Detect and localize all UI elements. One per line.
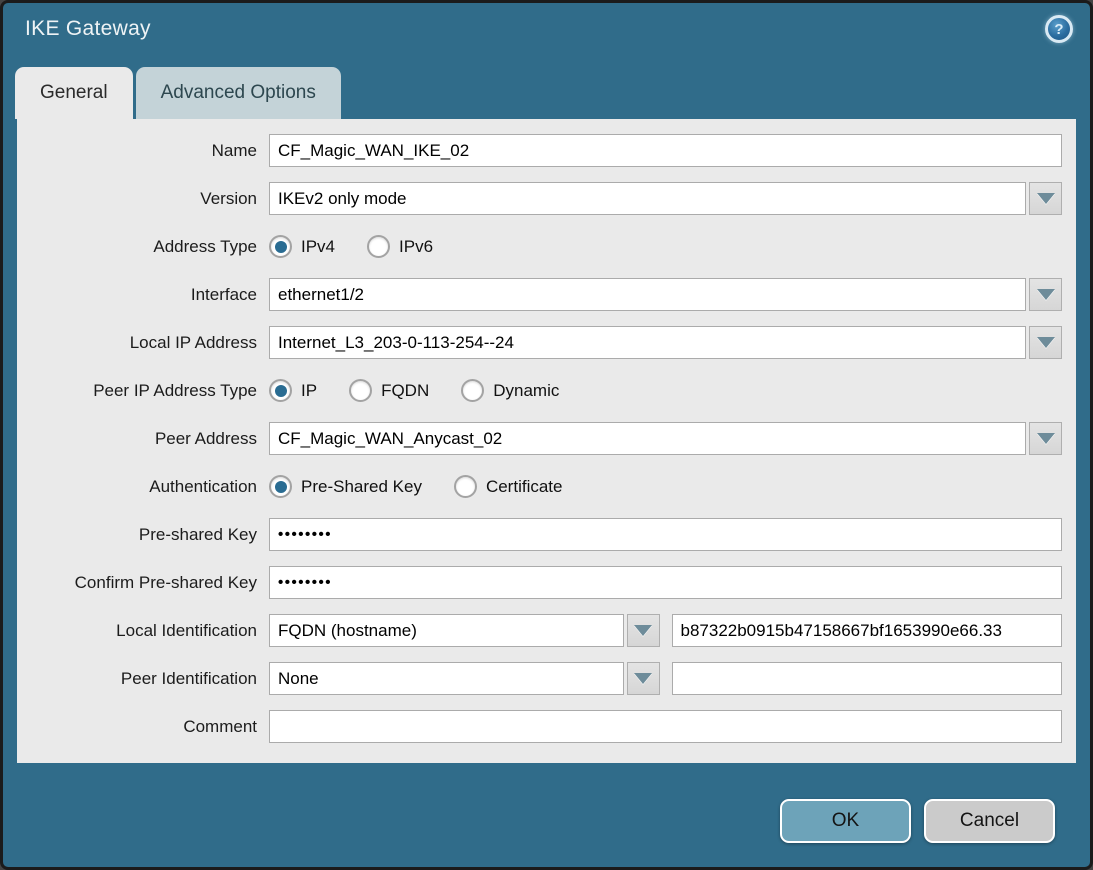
chevron-down-icon: [1037, 289, 1055, 300]
peer-ip-type-option-ip[interactable]: IP: [269, 379, 317, 402]
radio-unselected-icon[interactable]: [349, 379, 372, 402]
dialog-title: IKE Gateway: [25, 17, 151, 40]
ike-gateway-dialog: IKE Gateway ? General Advanced Options N…: [0, 0, 1093, 870]
radio-unselected-icon[interactable]: [461, 379, 484, 402]
chevron-down-icon: [634, 673, 652, 684]
local-identification-label: Local Identification: [17, 621, 269, 641]
interface-label: Interface: [17, 285, 269, 305]
peer-identification-type-input[interactable]: [269, 662, 624, 695]
row-authentication: Authentication Pre-Shared Key Certificat…: [17, 470, 1062, 503]
local-ip-address-label: Local IP Address: [17, 333, 269, 353]
peer-identification-dropdown-button[interactable]: [627, 662, 660, 695]
local-identification-value-input[interactable]: [672, 614, 1063, 647]
chevron-down-icon: [1037, 337, 1055, 348]
local-ip-address-input[interactable]: [269, 326, 1026, 359]
ok-button[interactable]: OK: [780, 799, 911, 843]
authentication-option-certificate[interactable]: Certificate: [454, 475, 563, 498]
titlebar: IKE Gateway ?: [3, 3, 1090, 67]
local-ip-address-dropdown-button[interactable]: [1029, 326, 1062, 359]
row-comment: Comment: [17, 710, 1062, 743]
general-tab-panel: Name Version Address Type: [17, 119, 1076, 763]
confirm-pre-shared-key-input[interactable]: [269, 566, 1062, 599]
pre-shared-key-label: Pre-shared Key: [17, 525, 269, 545]
confirm-pre-shared-key-label: Confirm Pre-shared Key: [17, 573, 269, 593]
radio-selected-icon[interactable]: [269, 475, 292, 498]
row-interface: Interface: [17, 278, 1062, 311]
address-type-label: Address Type: [17, 237, 269, 257]
comment-input[interactable]: [269, 710, 1062, 743]
version-label: Version: [17, 189, 269, 209]
row-peer-identification: Peer Identification: [17, 662, 1062, 695]
chevron-down-icon: [1037, 433, 1055, 444]
radio-selected-icon[interactable]: [269, 379, 292, 402]
peer-address-input[interactable]: [269, 422, 1026, 455]
peer-address-dropdown-button[interactable]: [1029, 422, 1062, 455]
row-confirm-pre-shared-key: Confirm Pre-shared Key: [17, 566, 1062, 599]
row-peer-ip-address-type: Peer IP Address Type IP FQDN Dynamic: [17, 374, 1062, 407]
authentication-label: Authentication: [17, 477, 269, 497]
version-dropdown-button[interactable]: [1029, 182, 1062, 215]
row-address-type: Address Type IPv4 IPv6: [17, 230, 1062, 263]
name-input[interactable]: [269, 134, 1062, 167]
peer-ip-type-option-dynamic[interactable]: Dynamic: [461, 379, 559, 402]
authentication-option-pre-shared-key[interactable]: Pre-Shared Key: [269, 475, 422, 498]
radio-selected-icon[interactable]: [269, 235, 292, 258]
peer-identification-value-input[interactable]: [672, 662, 1063, 695]
version-input[interactable]: [269, 182, 1026, 215]
address-type-option-ipv6[interactable]: IPv6: [367, 235, 433, 258]
row-version: Version: [17, 182, 1062, 215]
help-icon[interactable]: ?: [1045, 15, 1073, 43]
name-label: Name: [17, 141, 269, 161]
row-local-identification: Local Identification: [17, 614, 1062, 647]
local-identification-dropdown-button[interactable]: [627, 614, 660, 647]
interface-dropdown-button[interactable]: [1029, 278, 1062, 311]
chevron-down-icon: [634, 625, 652, 636]
tab-advanced-options[interactable]: Advanced Options: [136, 67, 341, 119]
peer-ip-type-option-fqdn[interactable]: FQDN: [349, 379, 429, 402]
interface-input[interactable]: [269, 278, 1026, 311]
row-pre-shared-key: Pre-shared Key: [17, 518, 1062, 551]
peer-identification-label: Peer Identification: [17, 669, 269, 689]
radio-unselected-icon[interactable]: [367, 235, 390, 258]
chevron-down-icon: [1037, 193, 1055, 204]
cancel-button[interactable]: Cancel: [924, 799, 1055, 843]
tab-bar: General Advanced Options: [3, 67, 1090, 119]
dialog-footer: OK Cancel: [3, 799, 1090, 867]
peer-address-label: Peer Address: [17, 429, 269, 449]
comment-label: Comment: [17, 717, 269, 737]
row-peer-address: Peer Address: [17, 422, 1062, 455]
row-local-ip-address: Local IP Address: [17, 326, 1062, 359]
radio-unselected-icon[interactable]: [454, 475, 477, 498]
pre-shared-key-input[interactable]: [269, 518, 1062, 551]
tab-general[interactable]: General: [15, 67, 133, 119]
row-name: Name: [17, 134, 1062, 167]
local-identification-type-input[interactable]: [269, 614, 624, 647]
peer-ip-address-type-label: Peer IP Address Type: [17, 381, 269, 401]
address-type-option-ipv4[interactable]: IPv4: [269, 235, 335, 258]
